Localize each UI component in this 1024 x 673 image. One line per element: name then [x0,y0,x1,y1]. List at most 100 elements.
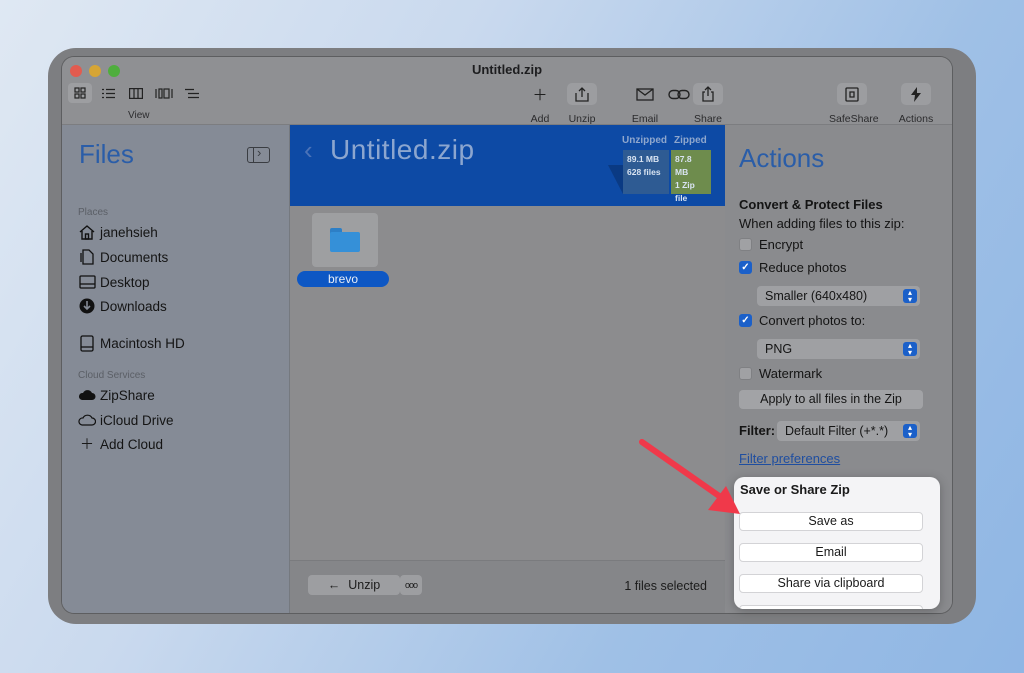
gallery-icon [155,87,173,99]
folder-name-label[interactable]: brevo [297,271,389,287]
actions-label: Actions [898,113,934,125]
reduce-size-value: Smaller (640x480) [765,289,868,303]
sidebar-title: Files [79,139,134,169]
share-clipboard-button[interactable]: Share via clipboard [739,574,923,593]
sidebar-item-macintosh-hd[interactable]: Macintosh HD [78,334,185,352]
share-label: Share [693,113,723,125]
select-arrows-icon: ▴ ▾ [903,342,917,357]
filter-select[interactable]: Default Filter (+*.*) ▴ ▾ [777,421,920,441]
actions-title: Actions [739,143,825,173]
encrypt-option[interactable]: Encrypt [739,237,803,252]
sidebar-item-label: Macintosh HD [100,335,185,351]
sidebar-item-home[interactable]: janehsieh [78,223,158,241]
house-icon [78,223,96,241]
download-icon [78,297,96,315]
actions-toolbar-button[interactable]: Actions [894,83,938,125]
apply-all-button[interactable]: Apply to all files in the Zip [739,390,923,409]
sidebar-item-zipshare[interactable]: ZipShare [78,386,155,404]
reduce-size-select[interactable]: Smaller (640x480) ▴ ▾ [757,286,920,306]
safeshare-icon [837,83,867,105]
reduce-photos-label: Reduce photos [759,260,847,275]
sidebar-item-label: janehsieh [100,224,158,240]
lightning-icon [901,83,931,105]
unzipped-size: 89.1 MB [627,154,660,164]
unzip-button-label: Unzip [348,578,381,592]
unzip-icon [567,83,597,105]
zipped-heading: Zipped [674,135,707,146]
encrypt-checkbox[interactable] [739,238,752,251]
annotation-arrow-icon [639,439,740,514]
sidebar-item-label: Add Cloud [100,436,164,452]
list-icon [101,88,115,98]
main-panel: ‹ Untitled.zip Unzipped Zipped 89.1 MB 6… [290,125,725,613]
more-options-button[interactable]: ooo [400,575,422,595]
link-toolbar-button[interactable] [642,83,690,105]
sidebar-item-label: iCloud Drive [100,412,174,428]
sidebar-item-label: Desktop [100,274,150,290]
sidebar-item-label: ZipShare [100,387,155,403]
unzip-button[interactable]: ← Unzip [308,575,400,595]
sidebar-item-desktop[interactable]: Desktop [78,273,150,291]
unzip-label: Unzip [568,113,596,125]
plus-icon: ＋ [80,436,94,452]
sidebar-item-label: Documents [100,249,169,265]
grid-icon [74,87,86,99]
columns-icon [129,87,143,99]
stats-shadow [608,165,623,194]
convert-format-select[interactable]: PNG ▴ ▾ [757,339,920,359]
view-label: View [128,110,150,121]
outline-view-button[interactable] [180,83,204,103]
sidebar-item-documents[interactable]: Documents [78,248,168,266]
convert-protect-heading: Convert & Protect Files [739,197,883,212]
sidebar: Files Places janehsieh Documents Desktop [62,125,290,613]
list-view-button[interactable] [96,83,120,103]
reduce-photos-checkbox[interactable]: ✓ [739,261,752,274]
desktop-icon [78,273,96,291]
documents-icon [78,248,96,266]
cloud-filled-icon [78,386,96,404]
email-button[interactable]: Email [739,543,923,562]
convert-photos-option[interactable]: ✓ Convert photos to: [739,313,865,328]
add-label: Add [530,113,550,125]
reduce-photos-option[interactable]: ✓ Reduce photos [739,260,846,275]
safeshare-label: SafeShare [829,113,879,125]
share-icon [693,83,723,105]
safeshare-button[interactable]: SafeShare [829,83,879,125]
save-as-button[interactable]: Save as [739,512,923,531]
convert-subtitle: When adding files to this zip: [739,216,905,231]
zip-header-banner: ‹ Untitled.zip Unzipped Zipped 89.1 MB 6… [290,125,725,206]
outline-list-icon [185,88,199,98]
partially-hidden-button[interactable] [739,605,923,609]
zipped-file-count: 1 Zip file [675,180,695,203]
share-toolbar-button[interactable]: Share [686,83,730,125]
convert-photos-checkbox[interactable]: ✓ [739,314,752,327]
toolbar: Untitled.zip View ＋ Add Unzip Email Shar… [62,57,952,125]
sidebar-item-add-cloud[interactable]: ＋ Add Cloud [78,435,163,453]
window-title: Untitled.zip [471,62,543,77]
watermark-checkbox[interactable] [739,367,752,380]
sidebar-toggle-icon[interactable] [247,145,270,163]
hard-drive-icon [78,334,96,352]
places-label: Places [78,207,109,218]
filter-value: Default Filter (+*.*) [785,424,889,438]
select-arrows-icon: ▴ ▾ [903,424,917,439]
gallery-view-button[interactable] [152,83,176,103]
sidebar-item-downloads[interactable]: Downloads [78,297,167,315]
zipped-stats: 87.8 MB 1 Zip file [671,150,711,203]
folder-item[interactable] [312,213,378,267]
view-mode-group [68,83,204,103]
watermark-option[interactable]: Watermark [739,366,822,381]
back-arrow-icon[interactable]: ‹ [304,135,313,166]
zip-title: Untitled.zip [330,134,475,165]
unzip-toolbar-button[interactable]: Unzip [560,83,604,125]
icon-view-button[interactable] [68,83,92,103]
cloud-outline-icon [78,411,96,429]
sidebar-item-label: Downloads [100,298,167,314]
arrow-left-icon: ← [327,578,341,592]
select-arrows-icon: ▴ ▾ [903,289,917,304]
column-view-button[interactable] [124,83,148,103]
folder-icon [330,228,360,252]
sidebar-item-icloud-drive[interactable]: iCloud Drive [78,411,174,429]
unzipped-heading: Unzipped [622,135,667,146]
add-button[interactable]: ＋ Add [518,83,562,126]
